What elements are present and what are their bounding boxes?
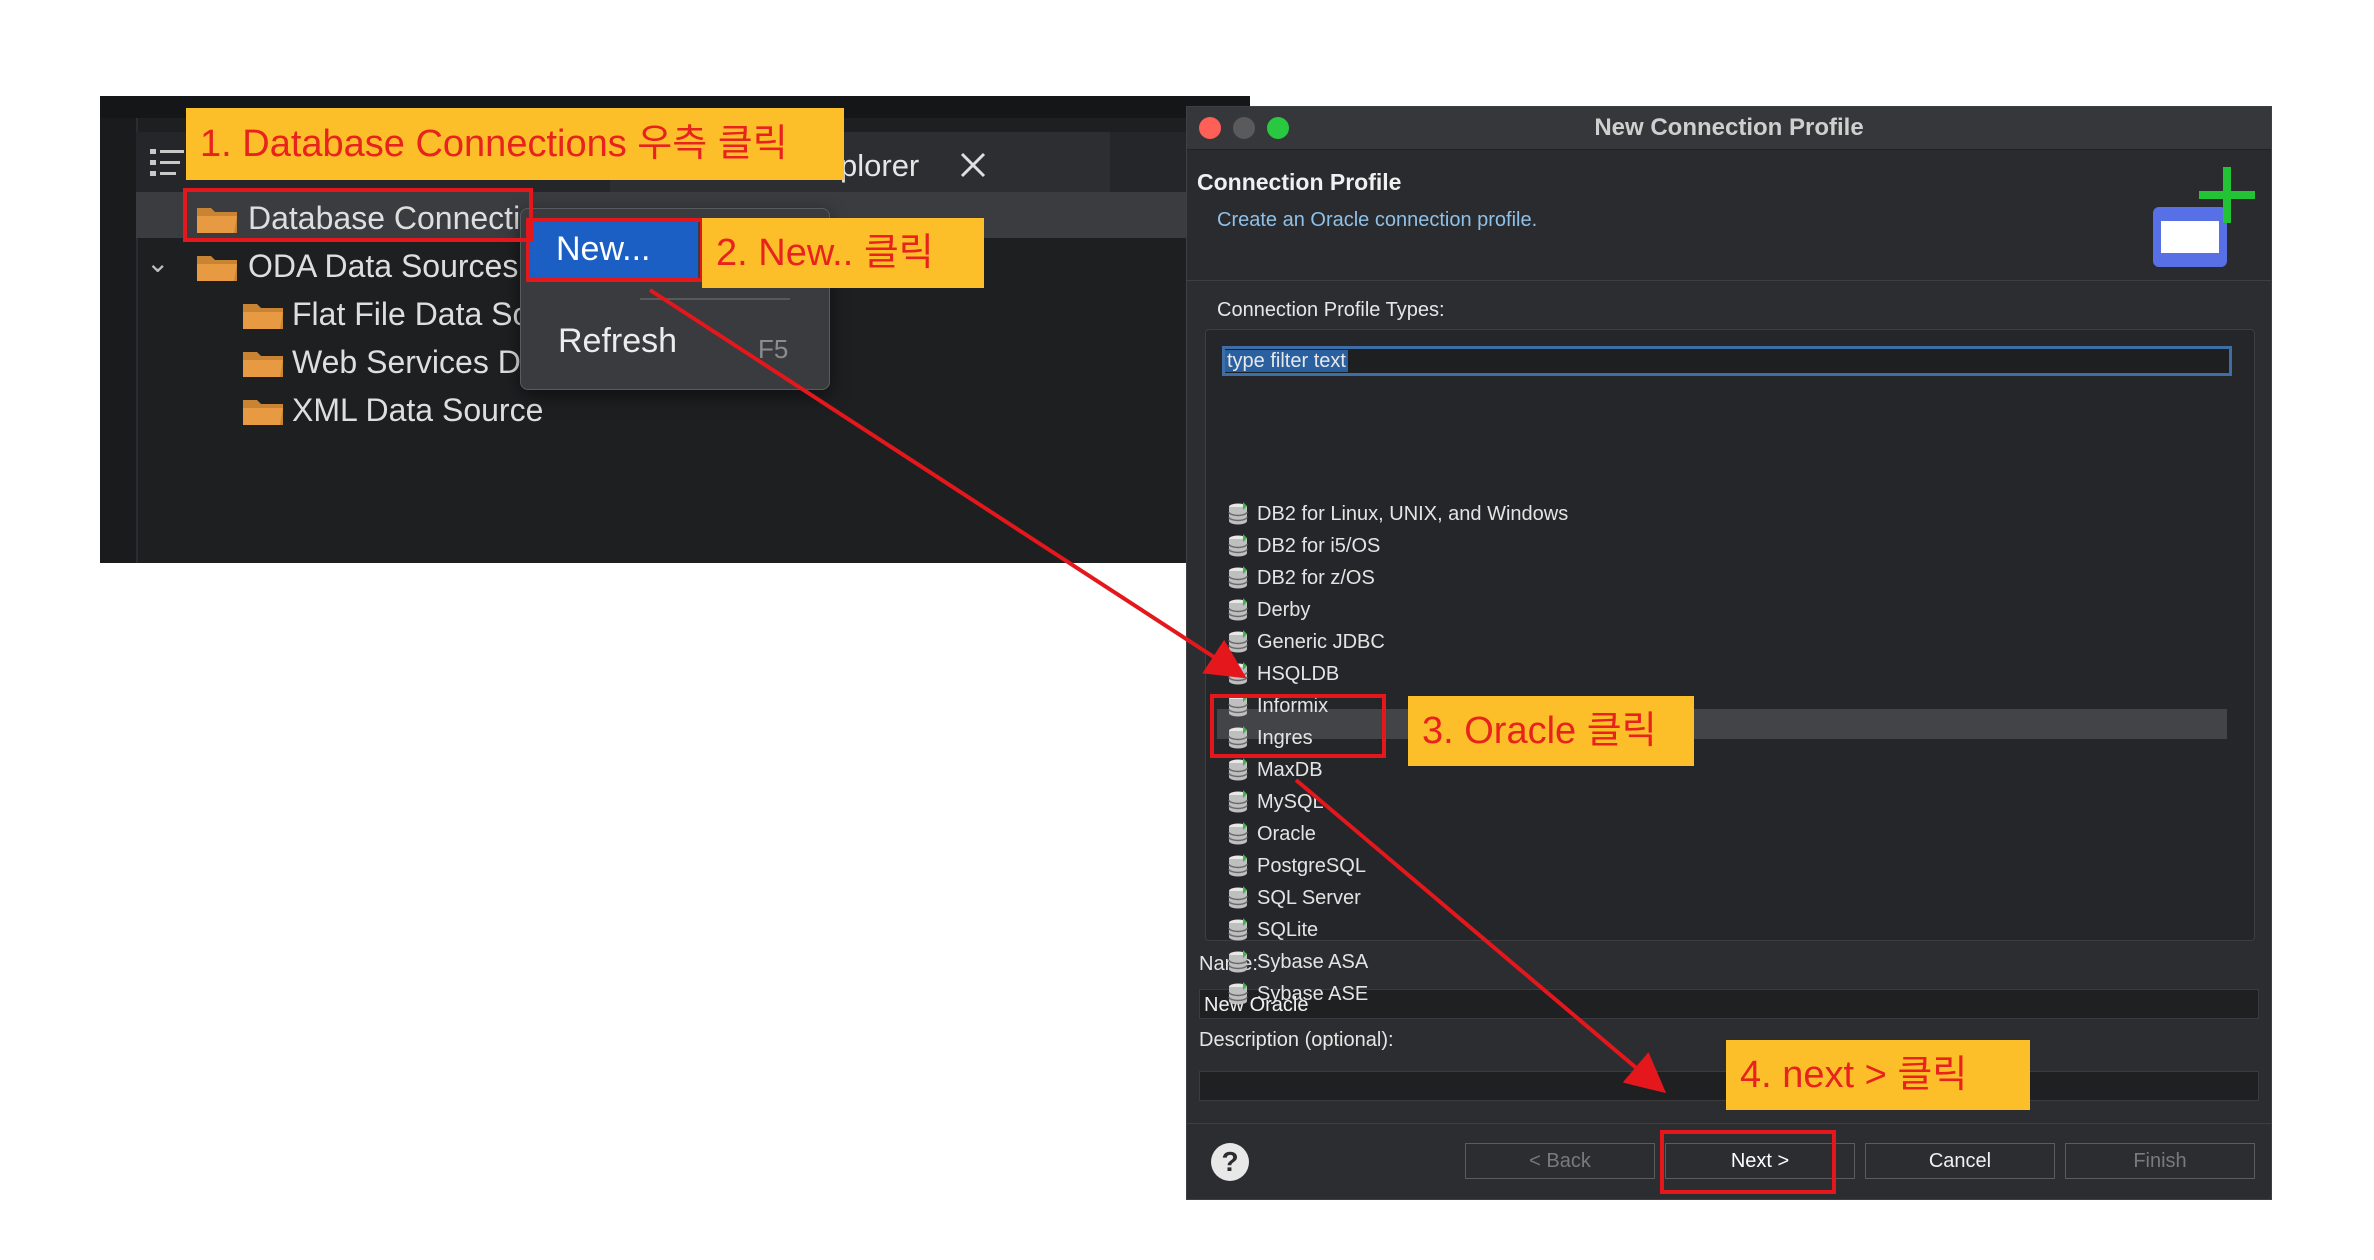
callout-step-1: 1. Database Connections 우측 클릭: [186, 108, 844, 180]
callout-step-2: 2. New.. 클릭: [702, 218, 984, 288]
callout-step-3: 3. Oracle 클릭: [1408, 696, 1694, 766]
arrow-to-next: [1294, 778, 1667, 1094]
arrow-to-oracle: [648, 288, 1247, 679]
callout-step-4: 4. next > 클릭: [1726, 1040, 2030, 1110]
